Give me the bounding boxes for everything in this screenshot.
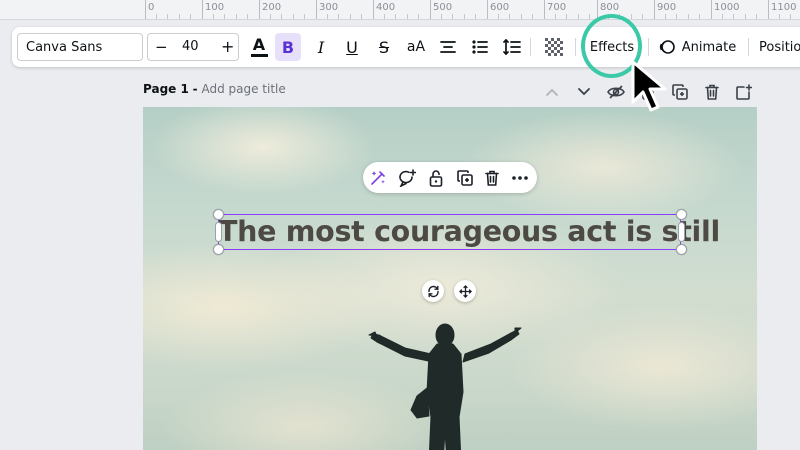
add-page-button[interactable]	[734, 82, 754, 102]
resize-handle-bottom-right[interactable]	[676, 244, 687, 255]
ruler-label: 1100	[771, 2, 797, 13]
italic-button[interactable]: I	[308, 33, 334, 61]
ruler-label: 900	[657, 2, 677, 13]
chevron-down-icon	[578, 88, 590, 96]
position-label: Positio	[759, 39, 800, 55]
chevron-up-icon	[546, 88, 558, 96]
bullet-list-icon	[472, 40, 488, 54]
hide-page-button[interactable]	[606, 82, 626, 102]
eye-hidden-icon	[607, 85, 625, 99]
person-silhouette-image	[368, 323, 522, 450]
underline-button[interactable]: U	[339, 33, 365, 61]
ruler-label: 100	[205, 2, 225, 13]
bold-button[interactable]: B	[275, 33, 301, 61]
move-page-down-button[interactable]	[574, 82, 594, 102]
trash-icon	[705, 84, 719, 100]
lock-element-button[interactable]	[425, 167, 447, 189]
ruler-label: 600	[490, 2, 510, 13]
spacing-button[interactable]	[499, 33, 525, 61]
duplicate-element-button[interactable]	[454, 167, 476, 189]
decrease-font-size-button[interactable]: −	[155, 38, 168, 56]
increase-font-size-button[interactable]: +	[221, 37, 234, 56]
ruler-label: 0	[148, 2, 155, 13]
align-center-icon	[440, 41, 456, 53]
text-color-icon: A	[252, 34, 266, 54]
lock-open-icon	[429, 170, 443, 187]
text-color-button[interactable]: A	[246, 33, 272, 61]
rotate-handle[interactable]	[422, 280, 444, 302]
font-size-stepper: − 40 +	[147, 33, 239, 61]
move-arrows-icon	[458, 284, 472, 298]
resize-handle-bottom-left[interactable]	[213, 244, 224, 255]
delete-element-button[interactable]	[481, 167, 503, 189]
comment-button[interactable]	[396, 167, 418, 189]
resize-handle-top-right[interactable]	[676, 209, 687, 220]
ruler-label: 500	[433, 2, 453, 13]
magic-wand-icon	[371, 171, 385, 185]
bullet-list-button[interactable]	[467, 33, 493, 61]
text-align-button[interactable]	[435, 33, 461, 61]
page-title-separator: -	[192, 82, 198, 96]
element-context-toolbar	[363, 162, 537, 193]
transparency-button[interactable]	[541, 33, 567, 61]
toolbar-divider	[530, 38, 531, 56]
position-button[interactable]: Positio	[759, 33, 800, 61]
design-canvas[interactable]	[143, 107, 757, 450]
delete-page-button[interactable]	[702, 82, 722, 102]
text-color-swatch	[250, 53, 268, 57]
text-toolbar: Canva Sans − 40 + A B I U S aA Effects A…	[12, 27, 800, 67]
move-page-up-button[interactable]	[542, 82, 562, 102]
line-spacing-icon	[503, 39, 521, 55]
resize-handle-left[interactable]	[215, 222, 222, 242]
ruler-label: 700	[547, 2, 567, 13]
toolbar-divider	[648, 38, 649, 56]
resize-handle-right[interactable]	[678, 222, 685, 242]
letter-case-button[interactable]: aA	[403, 33, 429, 61]
add-page-icon	[736, 84, 752, 100]
rotate-icon	[427, 285, 439, 297]
more-horizontal-icon	[512, 176, 528, 180]
toolbar-divider	[748, 38, 749, 56]
comment-add-icon	[399, 169, 416, 187]
page-number-label: Page 1	[143, 82, 189, 96]
ruler-label: 300	[319, 2, 339, 13]
strikethrough-button[interactable]: S	[371, 33, 397, 61]
transparency-icon	[545, 38, 563, 56]
ruler-label: 200	[262, 2, 282, 13]
font-family-value: Canva Sans	[26, 39, 103, 55]
toolbar-divider	[575, 38, 576, 56]
selection-box	[218, 214, 681, 250]
duplicate-icon	[457, 170, 473, 186]
mouse-pointer-icon	[631, 60, 667, 112]
move-handle[interactable]	[454, 280, 476, 302]
animate-icon	[659, 40, 675, 54]
animate-label: Animate	[681, 39, 737, 55]
resize-handle-top-left[interactable]	[213, 209, 224, 220]
page-title-input[interactable]: Add page title	[201, 82, 285, 96]
trash-icon	[485, 170, 499, 186]
font-family-dropdown[interactable]: Canva Sans	[17, 33, 143, 61]
ruler-label: 400	[376, 2, 396, 13]
animate-button[interactable]: Animate	[656, 33, 738, 61]
ruler-label: 1000	[714, 2, 740, 13]
page-header: Page 1 - Add page title	[143, 82, 286, 96]
more-options-button[interactable]	[509, 167, 531, 189]
font-size-input[interactable]: 40	[182, 39, 199, 54]
horizontal-ruler: 0 100 200 300 400 500 600 700 800 900 10…	[0, 0, 800, 20]
ruler-label: 800	[600, 2, 620, 13]
magic-edit-button[interactable]	[367, 167, 389, 189]
